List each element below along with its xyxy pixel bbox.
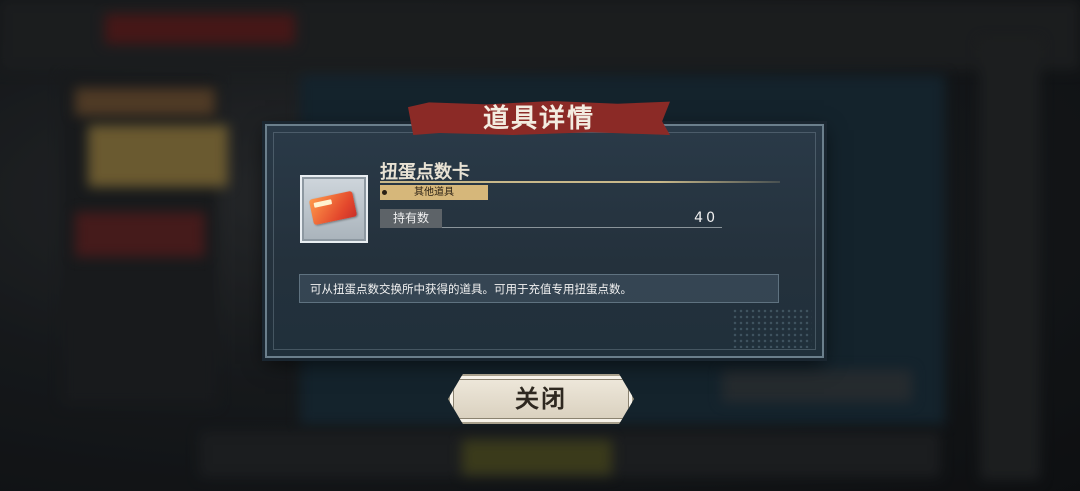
gacha-point-card-icon bbox=[300, 175, 368, 243]
divider bbox=[380, 181, 780, 183]
category-tag: 其他道具 bbox=[380, 185, 488, 200]
close-button-label: 关闭 bbox=[515, 384, 567, 413]
item-description: 可从扭蛋点数交换所中获得的道具。可用于充值专用扭蛋点数。 bbox=[299, 274, 779, 303]
corner-decoration bbox=[732, 308, 812, 348]
owned-label: 持有数 bbox=[380, 209, 442, 228]
owned-value: 40 bbox=[694, 210, 718, 226]
ticket-icon bbox=[308, 190, 358, 226]
owned-count-row: 持有数 40 bbox=[380, 209, 722, 228]
close-button[interactable]: 关闭 bbox=[448, 374, 634, 424]
divider bbox=[442, 227, 722, 228]
dialog-title: 道具详情 bbox=[482, 104, 595, 134]
